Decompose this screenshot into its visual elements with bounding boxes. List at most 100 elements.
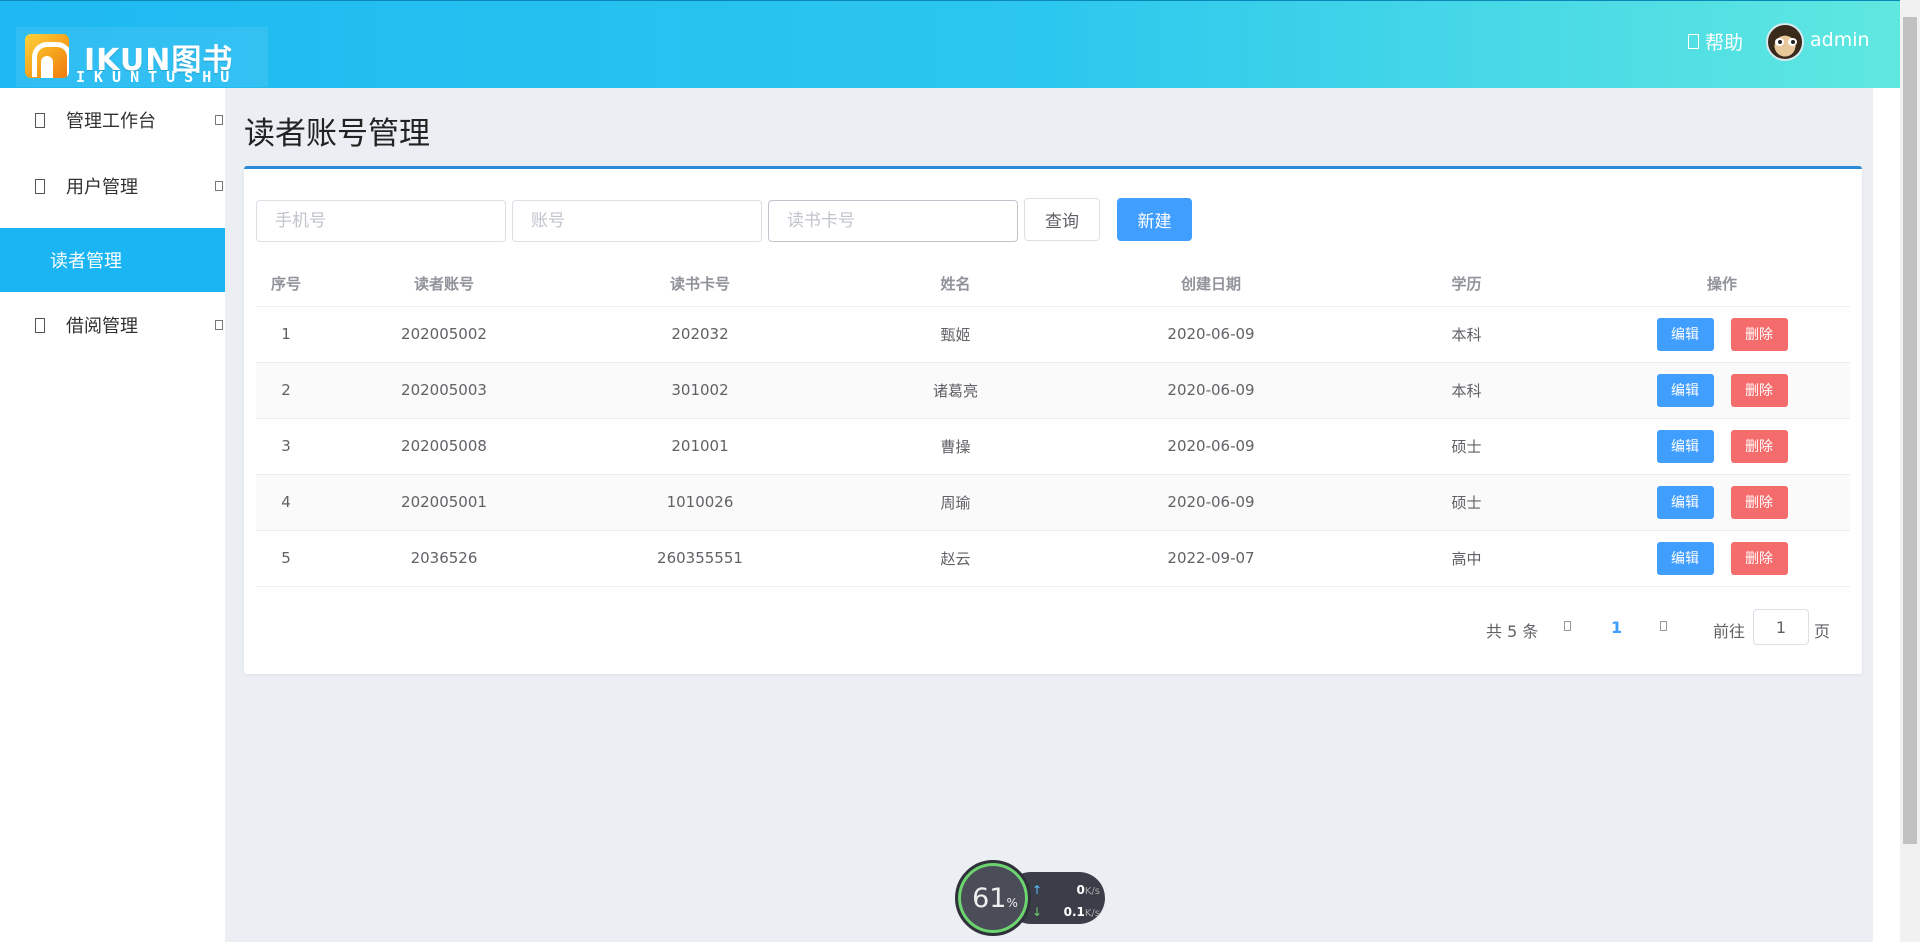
delete-button[interactable]: 删除 [1730,485,1788,519]
user-icon [35,178,45,194]
cell-name: 甄姬 [828,306,1083,363]
sidebar-item-borrow[interactable]: 借阅管理 [0,293,225,357]
cell-card: 260355551 [572,530,828,587]
table-row: 3 202005008 201001 曹操 2020-06-09 硕士 编辑 删… [256,418,1850,475]
cell-education: 本科 [1339,306,1594,363]
header-index: 序号 [256,261,316,307]
cell-created: 2020-06-09 [1083,306,1339,363]
chevron-down-icon [215,115,223,125]
goto-page-input[interactable] [1753,609,1809,645]
next-page-icon[interactable] [1660,621,1667,631]
page-unit-label: 页 [1814,622,1831,641]
username-label[interactable]: admin [1810,29,1870,51]
cell-index: 2 [256,362,316,419]
header-created: 创建日期 [1083,261,1339,307]
cell-actions: 编辑 删除 [1594,530,1850,587]
sidebar-item-label: 管理工作台 [66,111,156,132]
cpu-percent: 61% [972,883,1018,914]
logo-mark-icon [25,34,69,78]
cell-created: 2022-09-07 [1083,530,1339,587]
cell-index: 4 [256,474,316,531]
cell-actions: 编辑 删除 [1594,418,1850,475]
delete-button[interactable]: 删除 [1730,373,1788,407]
cell-created: 2020-06-09 [1083,474,1339,531]
cell-card: 201001 [572,418,828,475]
delete-button[interactable]: 删除 [1730,429,1788,463]
goto-label: 前往 [1713,622,1746,641]
header-account: 读者账号 [316,261,572,307]
help-label: 帮助 [1705,32,1744,54]
page-title: 读者账号管理 [244,116,430,152]
content-right-gutter [1873,88,1900,942]
edit-button[interactable]: 编辑 [1656,541,1714,575]
cell-index: 3 [256,418,316,475]
chevron-down-icon [215,320,223,330]
edit-button[interactable]: 编辑 [1656,373,1714,407]
edit-button[interactable]: 编辑 [1656,485,1714,519]
sidebar: 管理工作台 用户管理 读者管理 借阅管理 [0,88,225,942]
cell-account: 2036526 [316,530,572,587]
cell-card: 202032 [572,306,828,363]
cell-actions: 编辑 删除 [1594,362,1850,419]
table-row: 2 202005003 301002 诸葛亮 2020-06-09 本科 编辑 … [256,362,1850,419]
cell-actions: 编辑 删除 [1594,306,1850,363]
cell-index: 1 [256,306,316,363]
sidebar-item-label: 借阅管理 [66,316,138,337]
app-logo[interactable]: IKUN图书 IKUNTUSHU [16,27,268,87]
cell-name: 周瑜 [828,474,1083,531]
cell-name: 赵云 [828,530,1083,587]
edit-button[interactable]: 编辑 [1656,429,1714,463]
create-button[interactable]: 新建 [1117,198,1192,241]
cell-education: 本科 [1339,362,1594,419]
header-education: 学历 [1339,261,1594,307]
account-search-input[interactable] [512,200,762,242]
header-actions: 操作 [1594,261,1850,307]
cell-account: 202005001 [316,474,572,531]
cell-card: 301002 [572,362,828,419]
delete-button[interactable]: 删除 [1730,317,1788,351]
cell-created: 2020-06-09 [1083,418,1339,475]
query-button[interactable]: 查询 [1024,198,1100,241]
cell-education: 硕士 [1339,474,1594,531]
cell-account: 202005002 [316,306,572,363]
prev-page-icon[interactable] [1564,621,1571,631]
sidebar-item-dashboard[interactable]: 管理工作台 [0,88,225,152]
cell-card: 1010026 [572,474,828,531]
cell-actions: 编辑 删除 [1594,474,1850,531]
card-search-input[interactable] [768,200,1018,242]
help-link[interactable]: 帮助 [1688,28,1743,55]
download-arrow-icon: ↓ [1032,905,1043,919]
cell-education: 高中 [1339,530,1594,587]
scrollbar-thumb[interactable] [1903,17,1917,844]
table-header-row: 序号 读者账号 读书卡号 姓名 创建日期 学历 操作 [256,261,1850,307]
page-scrollbar[interactable] [1900,0,1920,942]
logo-subtitle: IKUNTUSHU [76,68,239,86]
header-name: 姓名 [828,261,1083,307]
pagination-total: 共 5 条 [1486,622,1539,641]
sidebar-item-label: 用户管理 [66,177,138,198]
avatar[interactable] [1766,23,1804,61]
reader-panel: 查询 新建 序号 读者账号 读书卡号 姓名 创建日期 学历 操作 1 20200… [244,166,1862,674]
phone-search-input[interactable] [256,200,506,242]
cell-name: 曹操 [828,418,1083,475]
sidebar-item-users[interactable]: 用户管理 [0,154,225,218]
dashboard-icon [35,112,45,128]
borrow-icon [35,317,45,333]
delete-button[interactable]: 删除 [1730,541,1788,575]
cpu-gauge: 61% [955,860,1031,936]
chevron-up-icon [215,181,223,191]
edit-button[interactable]: 编辑 [1656,317,1714,351]
table-row: 5 2036526 260355551 赵云 2022-09-07 高中 编辑 … [256,530,1850,587]
cell-education: 硕士 [1339,418,1594,475]
cell-index: 5 [256,530,316,587]
cell-created: 2020-06-09 [1083,362,1339,419]
table-row: 1 202005002 202032 甄姬 2020-06-09 本科 编辑 删… [256,306,1850,363]
table-row: 4 202005001 1010026 周瑜 2020-06-09 硕士 编辑 … [256,474,1850,531]
sidebar-item-readers[interactable]: 读者管理 [0,228,225,292]
pagination: 共 5 条 1 前往 页 [244,609,1862,645]
page-number[interactable]: 1 [1611,618,1622,637]
help-icon [1688,34,1699,49]
top-header: IKUN图书 IKUNTUSHU 帮助 admin [0,0,1900,88]
sidebar-item-label: 读者管理 [50,251,122,272]
network-monitor-widget[interactable]: 61% ↑ 0K/s ↓ 0.1K/s [955,860,1107,936]
